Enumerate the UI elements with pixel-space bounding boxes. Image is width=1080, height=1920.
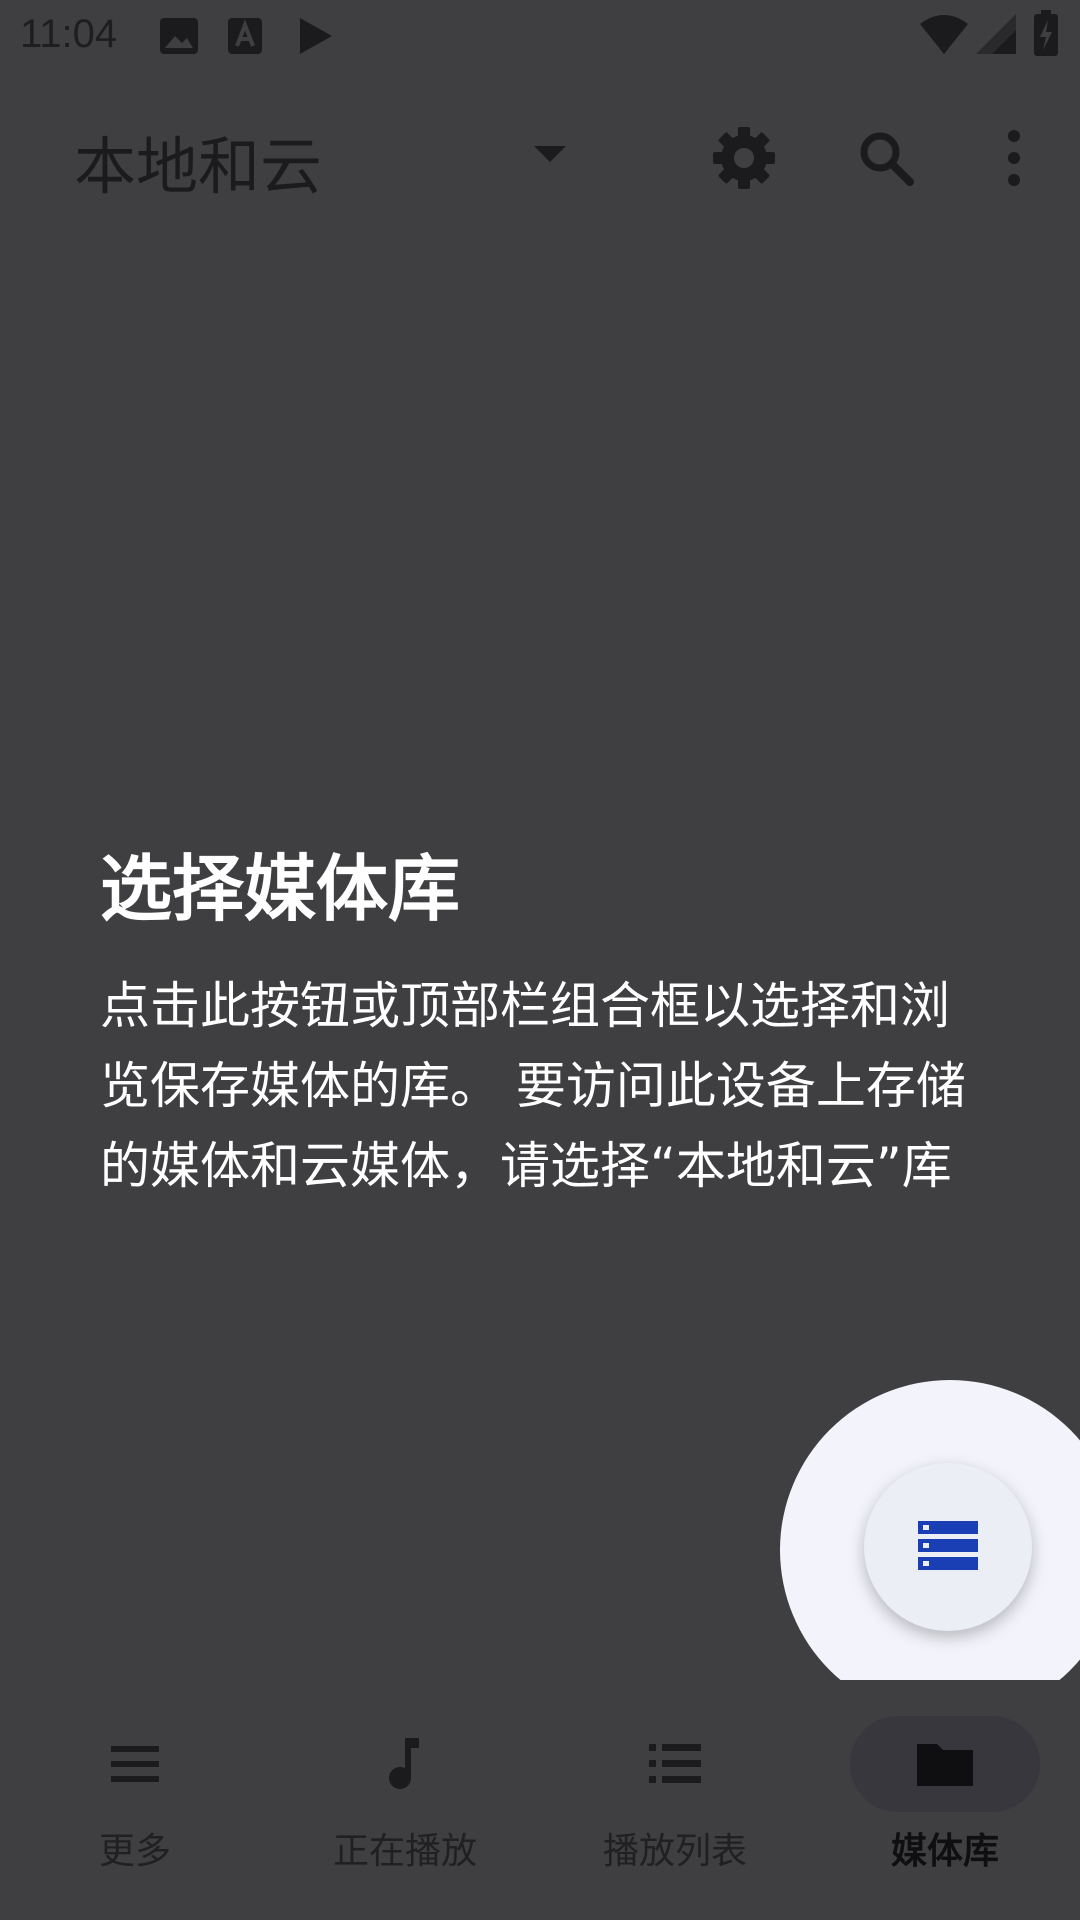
nav-label-library: 媒体库 bbox=[890, 1831, 999, 1872]
choose-library-fab[interactable] bbox=[864, 1463, 1032, 1631]
nav-item-more[interactable]: 更多 bbox=[0, 1680, 270, 1920]
menu-icon bbox=[111, 1746, 159, 1782]
top-app-bar: 本地和云 bbox=[0, 72, 1080, 242]
nav-label-now-playing: 正在播放 bbox=[332, 1831, 477, 1872]
status-bar: 11:04 bbox=[0, 0, 1080, 72]
settings-gear-icon bbox=[713, 127, 775, 189]
nav-label-more: 更多 bbox=[98, 1831, 171, 1872]
more-vertical-icon bbox=[1008, 130, 1020, 186]
folder-icon bbox=[917, 1744, 973, 1786]
empty-state-title: 选择媒体库 bbox=[100, 847, 461, 931]
nav-label-playlists: 播放列表 bbox=[602, 1831, 747, 1872]
library-list-icon bbox=[918, 1521, 978, 1570]
playlist-icon bbox=[649, 1744, 701, 1783]
empty-state-description: 点击此按钮或顶部栏组合框以选择和浏览保存媒体的库。 要访问此设备上存储的媒体和云… bbox=[100, 977, 966, 1195]
library-title: 本地和云 bbox=[74, 130, 323, 203]
play-icon bbox=[300, 18, 332, 54]
search-button[interactable] bbox=[838, 110, 934, 206]
dropdown-arrow-icon bbox=[534, 146, 566, 162]
battery-charging-icon bbox=[1034, 10, 1058, 56]
library-selector-dropdown[interactable]: 本地和云 bbox=[60, 112, 590, 203]
nav-item-now-playing[interactable]: 正在播放 bbox=[270, 1680, 540, 1920]
wifi-icon bbox=[920, 15, 968, 54]
gallery-icon bbox=[160, 18, 198, 54]
nav-item-library[interactable]: 媒体库 bbox=[810, 1680, 1080, 1920]
text-a-icon bbox=[228, 18, 262, 54]
status-time: 11:04 bbox=[20, 12, 118, 56]
music-note-icon bbox=[389, 1738, 419, 1789]
more-options-button[interactable] bbox=[966, 110, 1062, 206]
cellular-signal-icon bbox=[976, 14, 1016, 54]
search-icon bbox=[860, 132, 914, 186]
settings-button[interactable] bbox=[696, 110, 792, 206]
bottom-navigation: 更多 正在播放 播放列表 媒体库 bbox=[0, 1680, 1080, 1920]
nav-item-playlists[interactable]: 播放列表 bbox=[540, 1680, 810, 1920]
